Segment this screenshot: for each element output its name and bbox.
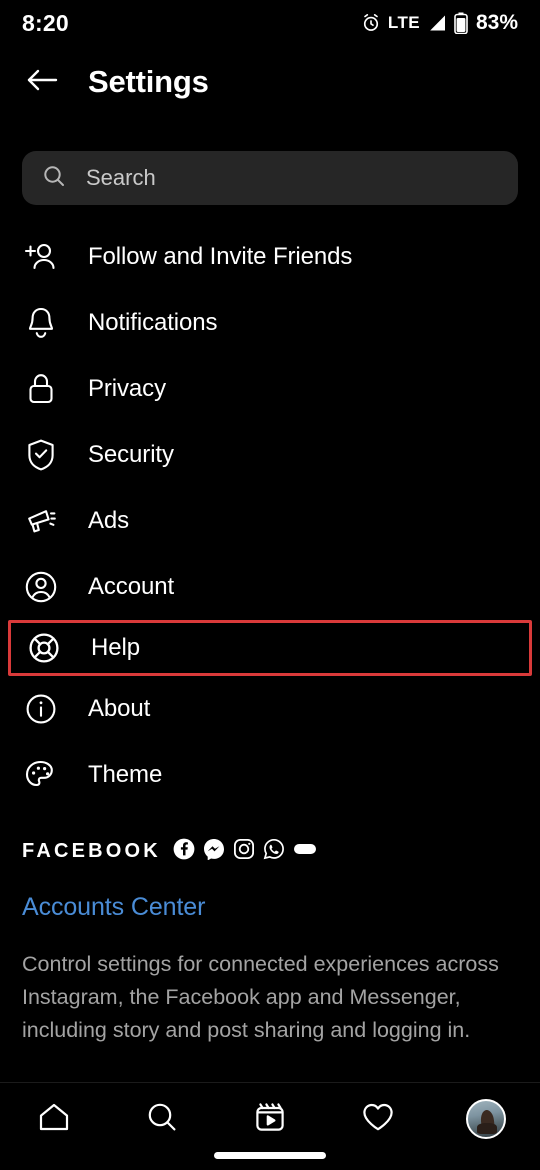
home-indicator: [214, 1152, 326, 1159]
bell-icon: [24, 306, 58, 340]
back-arrow-icon: [26, 67, 58, 98]
settings-item-label: Theme: [88, 761, 163, 788]
settings-item-label: Account: [88, 573, 175, 600]
settings-item-help[interactable]: Help: [8, 620, 532, 676]
facebook-brand-label: FACEBOOK: [22, 840, 161, 862]
battery-percent-label: 83%: [475, 11, 518, 34]
settings-item-label: Follow and Invite Friends: [88, 243, 353, 270]
search-icon: [146, 1101, 178, 1138]
status-time: 8:20: [22, 9, 69, 36]
settings-item-label: Help: [91, 634, 140, 661]
instagram-settings-screen: 8:20 LTE 83% Settings Search Follow and …: [0, 0, 540, 1170]
network-type-label: LTE: [387, 13, 420, 32]
settings-item-privacy[interactable]: Privacy: [0, 356, 540, 422]
settings-item-follow-and-invite-friends[interactable]: Follow and Invite Friends: [0, 224, 540, 290]
heart-icon: [361, 1101, 395, 1138]
facebook-brand-row: FACEBOOK: [22, 838, 522, 865]
home-icon: [37, 1101, 71, 1138]
battery-icon: [454, 12, 468, 34]
settings-item-account[interactable]: Account: [0, 554, 540, 620]
messenger-icon: [203, 838, 225, 865]
info-circle-icon: [24, 692, 58, 726]
megaphone-icon: [24, 504, 58, 538]
back-button[interactable]: [12, 52, 72, 112]
settings-item-ads[interactable]: Ads: [0, 488, 540, 554]
reels-icon: [254, 1101, 286, 1138]
palette-icon: [24, 758, 58, 792]
nav-search[interactable]: [130, 1091, 194, 1147]
page-title: Settings: [88, 64, 209, 99]
settings-item-theme[interactable]: Theme: [0, 742, 540, 808]
accounts-center-link[interactable]: Accounts Center: [22, 893, 522, 922]
user-circle-icon: [24, 570, 58, 604]
signal-bars-icon: [427, 14, 447, 32]
facebook-section-description: Control settings for connected experienc…: [22, 952, 499, 1042]
whatsapp-icon: [263, 838, 285, 865]
status-indicators: LTE 83%: [361, 11, 518, 35]
settings-item-label: Security: [88, 441, 174, 468]
facebook-icon: [173, 838, 195, 865]
nav-activity[interactable]: [346, 1091, 410, 1147]
status-bar: 8:20 LTE 83%: [0, 0, 540, 46]
nav-profile[interactable]: [454, 1091, 518, 1147]
settings-item-security[interactable]: Security: [0, 422, 540, 488]
search-input[interactable]: [86, 165, 498, 191]
life-ring-icon: [27, 631, 61, 665]
search-icon: [42, 164, 66, 193]
settings-item-label: Notifications: [88, 309, 218, 336]
settings-item-notifications[interactable]: Notifications: [0, 290, 540, 356]
nav-reels[interactable]: [238, 1091, 302, 1147]
settings-item-about[interactable]: About: [0, 676, 540, 742]
lock-icon: [24, 372, 58, 406]
settings-item-label: About: [88, 695, 151, 722]
app-header: Settings: [0, 50, 540, 114]
shield-check-icon: [24, 438, 58, 472]
nav-home[interactable]: [22, 1091, 86, 1147]
profile-avatar-icon: [466, 1099, 506, 1139]
facebook-app-icons: [173, 838, 317, 865]
settings-item-label: Ads: [88, 507, 130, 534]
settings-item-label: Privacy: [88, 375, 166, 402]
person-add-icon: [24, 240, 58, 274]
alarm-clock-icon: [361, 13, 381, 33]
search-bar[interactable]: [22, 151, 518, 205]
portal-icon: [293, 841, 317, 862]
instagram-icon: [233, 838, 255, 865]
settings-list: Follow and Invite Friends Notifications …: [0, 224, 540, 808]
facebook-family-section: FACEBOOK Accounts Center Control setting…: [22, 838, 522, 1047]
